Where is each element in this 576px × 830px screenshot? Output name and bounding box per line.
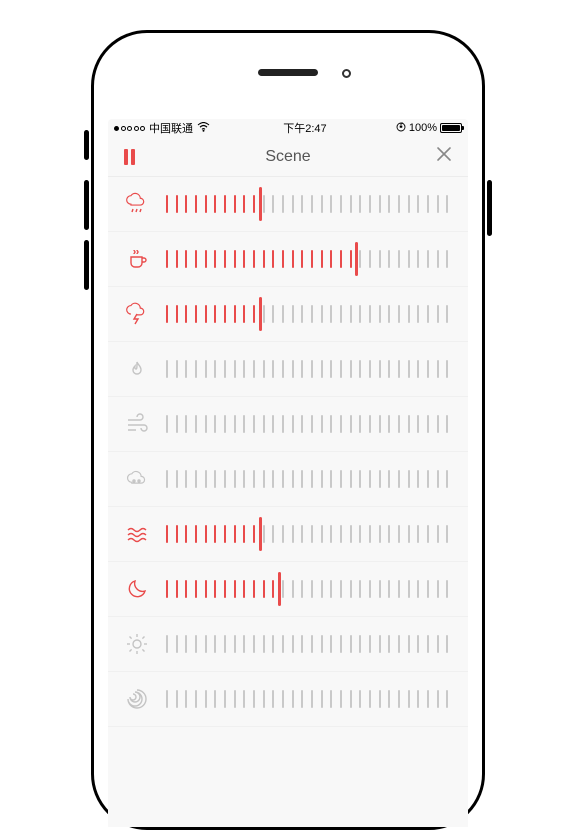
signal-strength [114, 126, 145, 131]
pause-icon [131, 149, 135, 165]
coffee-icon[interactable] [122, 244, 152, 274]
volume-slider[interactable] [162, 629, 452, 659]
vortex-icon[interactable] [122, 684, 152, 714]
sound-row-thunder [108, 287, 468, 342]
orientation-lock-icon [396, 122, 406, 135]
sound-row-cloud [108, 452, 468, 507]
volume-up-button [84, 180, 89, 230]
status-bar: 中国联通 下午2:47 100% [108, 119, 468, 137]
moon-icon[interactable] [122, 574, 152, 604]
phone-frame: 中国联通 下午2:47 100% Scene [91, 30, 485, 830]
wifi-icon [197, 122, 210, 135]
battery-percent: 100% [409, 122, 437, 134]
volume-slider[interactable] [162, 684, 452, 714]
mute-switch [84, 130, 89, 160]
waves-icon[interactable] [122, 519, 152, 549]
sound-list [108, 177, 468, 827]
phone-speaker [258, 69, 318, 76]
clock: 下午2:47 [214, 120, 396, 136]
cloud-icon[interactable] [122, 464, 152, 494]
sound-row-vortex [108, 672, 468, 727]
sound-row-rain [108, 177, 468, 232]
volume-slider[interactable] [162, 244, 452, 274]
battery-icon [440, 123, 462, 133]
volume-slider[interactable] [162, 574, 452, 604]
slider-thumb[interactable] [259, 517, 262, 551]
power-button [487, 180, 492, 236]
sound-row-fire [108, 342, 468, 397]
volume-slider[interactable] [162, 464, 452, 494]
sound-row-coffee [108, 232, 468, 287]
sound-row-moon [108, 562, 468, 617]
fire-icon[interactable] [122, 354, 152, 384]
carrier-label: 中国联通 [149, 120, 193, 136]
sound-row-waves [108, 507, 468, 562]
sound-row-sun [108, 617, 468, 672]
sound-row-wind [108, 397, 468, 452]
close-icon [436, 146, 452, 162]
pause-icon [124, 149, 128, 165]
thunder-icon[interactable] [122, 299, 152, 329]
wind-icon[interactable] [122, 409, 152, 439]
rain-icon[interactable] [122, 189, 152, 219]
volume-slider[interactable] [162, 354, 452, 384]
phone-camera [342, 69, 351, 78]
slider-thumb[interactable] [355, 242, 358, 276]
volume-slider[interactable] [162, 299, 452, 329]
volume-slider[interactable] [162, 189, 452, 219]
slider-thumb[interactable] [259, 297, 262, 331]
page-title: Scene [146, 148, 430, 166]
app-screen: 中国联通 下午2:47 100% Scene [108, 119, 468, 827]
slider-thumb[interactable] [259, 187, 262, 221]
close-button[interactable] [430, 146, 452, 167]
volume-down-button [84, 240, 89, 290]
nav-header: Scene [108, 137, 468, 177]
sun-icon[interactable] [122, 629, 152, 659]
volume-slider[interactable] [162, 409, 452, 439]
volume-slider[interactable] [162, 519, 452, 549]
slider-thumb[interactable] [278, 572, 281, 606]
pause-button[interactable] [124, 149, 146, 165]
